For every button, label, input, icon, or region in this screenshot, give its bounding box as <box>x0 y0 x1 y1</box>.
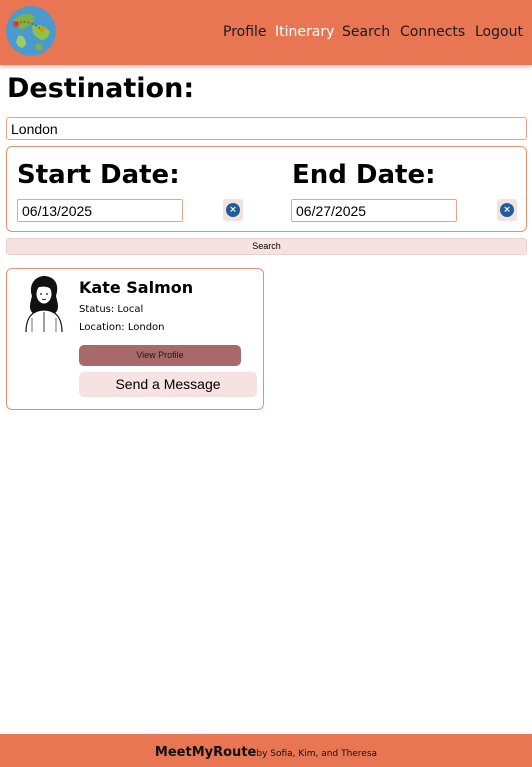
footer-credits: by Sofia, Kim, and Theresa <box>256 749 378 759</box>
woman-avatar-icon <box>22 274 66 334</box>
nav-profile[interactable]: Profile <box>223 24 267 40</box>
clear-icon: × <box>226 203 240 217</box>
send-message-button[interactable]: Send a Message <box>79 372 257 397</box>
clear-end-date-button[interactable]: × <box>497 199 517 221</box>
person-name: Kate Salmon <box>79 278 194 297</box>
clear-icon: × <box>500 203 514 217</box>
start-date-input[interactable] <box>17 199 183 222</box>
person-status: Status: Local <box>79 304 144 315</box>
destination-input[interactable] <box>6 117 527 140</box>
main-nav: Profile Itinerary Search Connects Logout <box>0 24 532 44</box>
nav-logout[interactable]: Logout <box>475 24 523 40</box>
end-date-input[interactable] <box>291 199 457 222</box>
site-header: Profile Itinerary Search Connects Logout <box>0 0 532 65</box>
result-card: Kate Salmon Status: Local Location: Lond… <box>6 268 264 410</box>
search-button[interactable]: Search <box>6 238 527 255</box>
site-footer: MeetMyRouteby Sofia, Kim, and Theresa <box>0 734 532 767</box>
start-date-label: Start Date: <box>17 160 180 190</box>
footer-brand: MeetMyRoute <box>154 745 257 760</box>
date-range-panel: Start Date: × End Date: × <box>6 146 527 232</box>
end-date-label: End Date: <box>292 160 436 190</box>
clear-start-date-button[interactable]: × <box>223 199 243 221</box>
nav-search[interactable]: Search <box>342 24 390 40</box>
view-profile-button[interactable]: View Profile <box>79 345 241 366</box>
person-location: Location: London <box>79 322 165 333</box>
nav-connects[interactable]: Connects <box>400 24 465 40</box>
destination-label: Destination: <box>7 73 195 104</box>
nav-itinerary[interactable]: Itinerary <box>275 24 334 40</box>
